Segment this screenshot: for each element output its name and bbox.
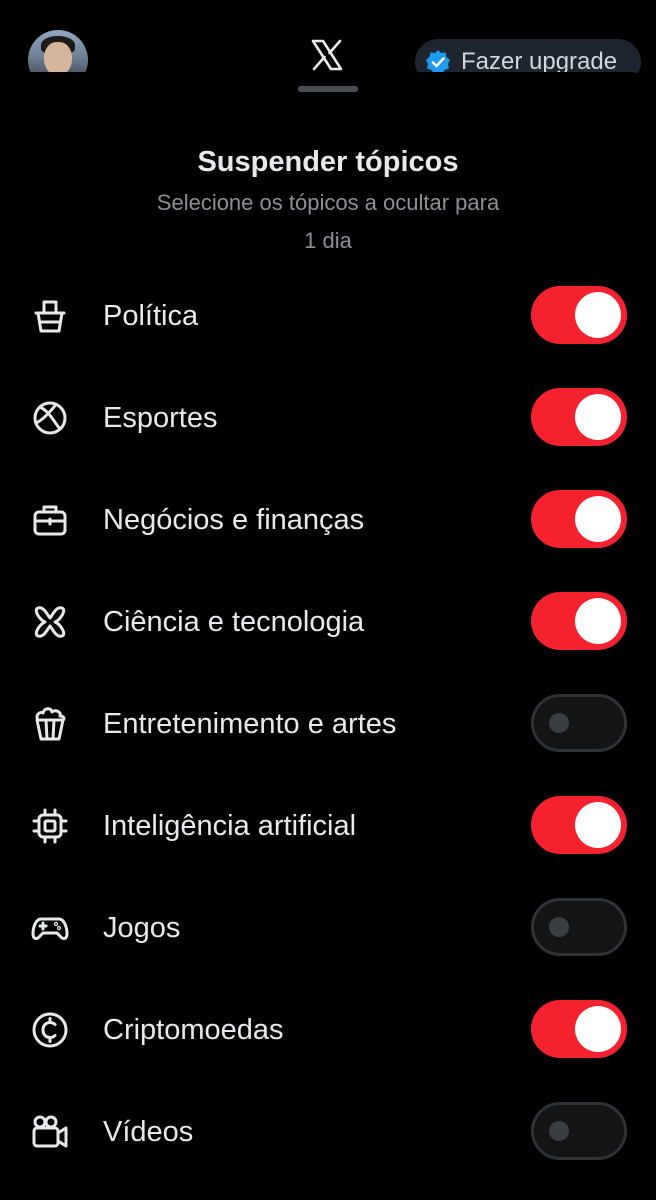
sheet-subtitle: Selecione os tópicos a ocultar para 1 di… — [156, 190, 500, 253]
topic-row-politica[interactable]: Política — [0, 264, 656, 366]
atom-icon — [34, 606, 66, 638]
toggle-knob — [575, 292, 621, 338]
topic-row-ciencia[interactable]: Ciência e tecnologia — [0, 570, 656, 672]
topic-row-negocios[interactable]: Negócios e finanças — [0, 468, 656, 570]
topic-label: Vídeos — [103, 1116, 194, 1148]
topic-label: Política — [103, 300, 199, 332]
x-logo-icon[interactable] — [310, 38, 344, 72]
toggle-knob — [575, 394, 621, 440]
toggle-switch[interactable] — [531, 898, 627, 956]
chip-icon — [32, 808, 68, 844]
gamepad-icon — [31, 917, 69, 940]
topic-label: Esportes — [103, 402, 218, 434]
toggle-switch[interactable] — [531, 1000, 627, 1058]
toggle-switch[interactable] — [531, 388, 627, 446]
topic-label: Ciência e tecnologia — [103, 606, 365, 638]
avatar-face — [44, 42, 72, 76]
coin-icon — [32, 1012, 68, 1048]
ballot-box-icon — [34, 300, 66, 333]
toggle-knob — [549, 917, 569, 937]
toggle-knob — [549, 713, 569, 733]
topic-row-ia[interactable]: Inteligência artificial — [0, 774, 656, 876]
toggle-switch[interactable] — [531, 490, 627, 548]
topic-label: Criptomoedas — [103, 1014, 284, 1046]
ball-icon — [33, 401, 67, 435]
toggle-knob — [549, 1121, 569, 1141]
toggle-knob — [575, 1006, 621, 1052]
toggle-switch[interactable] — [531, 694, 627, 752]
topic-label: Inteligência artificial — [103, 810, 357, 842]
toggle-knob — [575, 496, 621, 542]
topic-label: Negócios e finanças — [103, 504, 365, 536]
briefcase-icon — [33, 505, 67, 536]
topic-row-videos[interactable]: Vídeos — [0, 1080, 656, 1182]
toggle-switch[interactable] — [531, 592, 627, 650]
topic-row-cripto[interactable]: Criptomoedas — [0, 978, 656, 1080]
popcorn-icon — [35, 707, 66, 741]
toggle-knob — [575, 802, 621, 848]
topic-label: Entretenimento e artes — [103, 708, 397, 740]
sheet-grabber-handle[interactable] — [298, 86, 358, 92]
topic-row-esportes[interactable]: Esportes — [0, 366, 656, 468]
sheet-title: Suspender tópicos — [197, 146, 459, 178]
toggle-switch[interactable] — [531, 286, 627, 344]
topic-label: Jogos — [103, 912, 181, 944]
topic-row-entretenimento[interactable]: Entretenimento e artes — [0, 672, 656, 774]
topic-row-jogos[interactable]: Jogos — [0, 876, 656, 978]
video-camera-icon — [32, 1115, 68, 1148]
toggle-switch[interactable] — [531, 796, 627, 854]
toggle-switch[interactable] — [531, 1102, 627, 1160]
toggle-knob — [575, 598, 621, 644]
